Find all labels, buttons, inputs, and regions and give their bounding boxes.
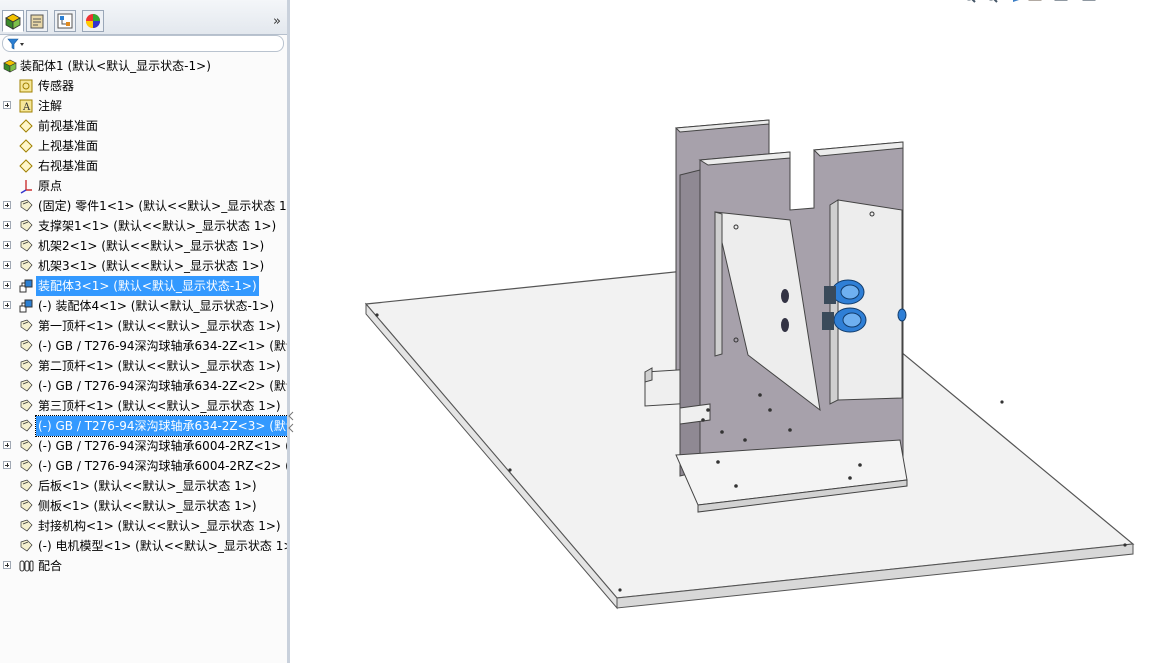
plane-icon [18,138,34,154]
tree-item-label: 前视基准面 [38,119,99,133]
tree-item-label: 第二顶杆<1> (默认<<默认>_显示状态 1>) [38,359,281,373]
tree-item-label: 配合 [38,559,63,573]
expand-toggle-icon[interactable] [3,461,11,469]
tree-item-label: 上视基准面 [38,139,99,153]
part-icon [18,318,34,334]
origin-icon [18,178,34,194]
tree-item-label: 注解 [38,99,63,113]
assembly-model-viewport[interactable] [290,0,1165,663]
part-icon [18,198,34,214]
part-icon [18,358,34,374]
tree-item-label: (-) GB / T276-94深沟球轴承634-2Z<1> (默认 [38,339,288,353]
tree-item-label: 原点 [38,179,63,193]
tree-item-label: 机架3<1> (默认<<默认>_显示状态 1>) [38,259,265,273]
part-icon [18,538,34,554]
tree-item-label: 装配体3<1> (默认<默认_显示状态-1>) [36,276,259,296]
tree-item-label: (-) GB / T276-94深沟球轴承6004-2RZ<1> (默 [38,439,288,453]
expand-toggle-icon[interactable] [3,241,11,249]
feature-manager-icon [5,13,21,30]
configuration-manager-tab[interactable] [54,10,76,32]
property-manager-tab[interactable] [26,10,48,32]
expand-toggle-icon[interactable] [3,441,11,449]
plane-icon [18,118,34,134]
tree-item-label: (-) GB / T276-94深沟球轴承634-2Z<2> (默认 [38,379,288,393]
part-icon [18,238,34,254]
tree-item-label: (-) 电机模型<1> (默认<<默认>_显示状态 1>) [38,539,288,553]
part-icon [18,418,34,434]
part-icon [18,458,34,474]
plane-icon [18,158,34,174]
tree-item-label: 支撑架1<1> (默认<<默认>_显示状态 1>) [38,219,277,233]
part-icon [18,258,34,274]
part-icon [18,498,34,514]
tree-item-label: (-) GB / T276-94深沟球轴承6004-2RZ<2> (默 [38,459,288,473]
tree-item-label: 第一顶杆<1> (默认<<默认>_显示状态 1>) [38,319,281,333]
svg-text:A: A [22,102,31,113]
part-icon [18,438,34,454]
tree-item-label: 封接机构<1> (默认<<默认>_显示状态 1>) [38,519,281,533]
manager-tabbar: » [0,0,287,35]
tree-item-label: 右视基准面 [38,159,99,173]
tree-item-label: 后板<1> (默认<<默认>_显示状态 1>) [38,479,257,493]
subassembly-icon [18,278,34,294]
part-icon [18,218,34,234]
expand-toggle-icon[interactable] [3,301,11,309]
sensor-icon [18,78,34,94]
property-manager-icon [30,14,44,29]
part-icon [18,478,34,494]
tree-item-label: (-) 装配体4<1> (默认<默认_显示状态-1>) [38,299,275,313]
tree-filter[interactable] [2,35,284,52]
expand-toggle-icon[interactable] [3,281,11,289]
configuration-manager-icon [57,13,73,29]
expand-toggle-icon[interactable] [3,101,11,109]
tree-item-label: 传感器 [38,79,75,93]
tree-item-label: 第三顶杆<1> (默认<<默认>_显示状态 1>) [38,399,281,413]
assembly-icon [2,58,18,74]
annotation-icon: A [18,98,34,114]
part-icon [18,338,34,354]
expand-toggle-icon[interactable] [3,201,11,209]
feature-manager-pane: » 装配体1 (默认<默认_显示状态-1>) 传感器 A 注解前视基准面上视基准面右视… [0,0,288,663]
display-manager-tab[interactable] [82,10,104,32]
subassembly-icon [18,298,34,314]
tree-item-label: 机架2<1> (默认<<默认>_显示状态 1>) [38,239,265,253]
tree-item-label: (固定) 零件1<1> (默认<<默认>_显示状态 1> [38,199,288,213]
display-manager-icon [86,14,100,28]
expand-panel-button[interactable]: » [273,14,281,29]
part-icon [18,378,34,394]
feature-manager-tab[interactable] [2,10,24,32]
mates-icon [18,558,34,574]
part-icon [18,518,34,534]
part-icon [18,398,34,414]
tree-item-label: (-) GB / T276-94深沟球轴承634-2Z<3> (默认 [35,415,287,437]
filter-icon [7,38,24,50]
tree-item-label: 侧板<1> (默认<<默认>_显示状态 1>) [38,499,257,513]
expand-toggle-icon[interactable] [3,221,11,229]
expand-toggle-icon[interactable] [3,561,11,569]
expand-toggle-icon[interactable] [3,261,11,269]
tree-item-label: 装配体1 (默认<默认_显示状态-1>) [20,59,211,73]
